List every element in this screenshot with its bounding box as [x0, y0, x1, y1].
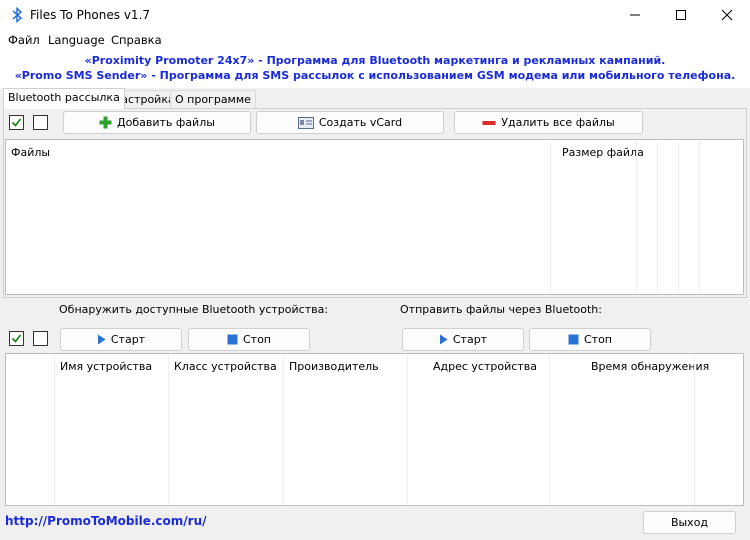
discover-start-label: Старт — [110, 333, 146, 346]
column-header-discovery-time[interactable]: Время обнаружения — [591, 360, 709, 373]
discover-stop-button[interactable]: Стоп — [188, 328, 310, 351]
send-label: Отправить файлы через Bluetooth: — [400, 303, 602, 316]
column-divider — [407, 354, 408, 505]
banner-line-1[interactable]: «Proximity Promoter 24x7» - Программа дл… — [0, 53, 750, 68]
send-stop-label: Стоп — [583, 333, 612, 346]
deselect-all-devices-checkbox[interactable] — [33, 331, 48, 346]
devices-list[interactable]: Имя устройства Класс устройства Производ… — [5, 353, 744, 506]
delete-all-files-label: Удалить все файлы — [501, 116, 615, 129]
column-divider — [550, 140, 551, 294]
column-divider — [54, 354, 55, 505]
menu-bar: Файл Language Справка — [0, 30, 750, 50]
column-header-files[interactable]: Файлы — [11, 146, 50, 159]
menu-help[interactable]: Справка — [111, 33, 162, 47]
tab-about[interactable]: О программе — [170, 90, 256, 108]
column-divider — [657, 140, 658, 294]
select-all-devices-checkbox[interactable] — [9, 331, 24, 346]
checkmark-icon — [11, 118, 22, 127]
bluetooth-icon — [12, 7, 23, 23]
column-header-device-name[interactable]: Имя устройства — [60, 360, 152, 373]
discover-stop-label: Стоп — [242, 333, 271, 346]
column-divider — [699, 140, 700, 294]
column-divider — [678, 140, 679, 294]
maximize-button[interactable] — [658, 0, 704, 30]
checkmark-icon — [11, 334, 22, 343]
tab-bluetooth-mailing[interactable]: Bluetooth рассылка — [3, 88, 125, 109]
send-stop-button[interactable]: Стоп — [529, 328, 651, 351]
column-divider — [168, 354, 169, 505]
add-files-button[interactable]: Добавить файлы — [63, 111, 251, 134]
column-header-device-class[interactable]: Класс устройства — [174, 360, 277, 373]
files-list[interactable]: Файлы Размер файла — [5, 139, 744, 295]
menu-language[interactable]: Language — [48, 33, 105, 47]
select-all-files-checkbox[interactable] — [9, 115, 24, 130]
exit-button[interactable]: Выход — [643, 511, 736, 534]
column-divider — [283, 354, 284, 505]
close-button[interactable] — [704, 0, 750, 30]
promo-banner: «Proximity Promoter 24x7» - Программа дл… — [0, 50, 750, 88]
exit-label: Выход — [670, 516, 709, 529]
create-vcard-button[interactable]: Создать vCard — [256, 111, 444, 134]
column-divider — [636, 140, 637, 294]
play-icon — [97, 334, 106, 345]
deselect-all-files-checkbox[interactable] — [33, 115, 48, 130]
play-icon — [439, 334, 448, 345]
discover-label: Обнаружить доступные Bluetooth устройств… — [59, 303, 329, 316]
discover-start-button[interactable]: Старт — [60, 328, 182, 351]
column-header-manufacturer[interactable]: Производитель — [289, 360, 379, 373]
minimize-button[interactable] — [612, 0, 658, 30]
minus-icon — [482, 120, 496, 125]
column-divider — [694, 354, 695, 505]
delete-all-files-button[interactable]: Удалить все файлы — [454, 111, 643, 134]
column-divider — [549, 354, 550, 505]
plus-icon — [99, 116, 112, 129]
stop-icon — [568, 334, 579, 345]
add-files-label: Добавить файлы — [117, 116, 215, 129]
website-link[interactable]: http://PromoToMobile.com/ru/ — [5, 514, 207, 528]
title-bar: Files To Phones v1.7 — [0, 0, 750, 30]
vcard-icon — [297, 116, 314, 129]
send-start-button[interactable]: Старт — [402, 328, 524, 351]
banner-line-2[interactable]: «Promo SMS Sender» - Программа для SMS р… — [0, 68, 750, 83]
column-header-device-address[interactable]: Адрес устройства — [433, 360, 537, 373]
column-header-file-size[interactable]: Размер файла — [562, 146, 644, 159]
window-title: Files To Phones v1.7 — [30, 8, 151, 22]
close-icon — [721, 9, 733, 21]
stop-icon — [227, 334, 238, 345]
send-start-label: Старт — [452, 333, 488, 346]
maximize-icon — [676, 10, 686, 20]
create-vcard-label: Создать vCard — [318, 116, 403, 129]
menu-file[interactable]: Файл — [8, 33, 40, 47]
minimize-icon — [630, 14, 640, 16]
